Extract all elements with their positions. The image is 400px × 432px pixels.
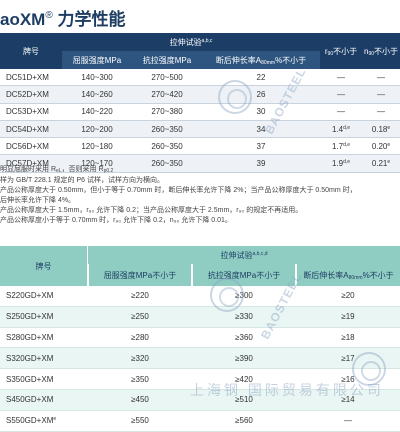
elongation-cell: ≥18: [296, 327, 400, 349]
yield-cell: ≥250: [88, 306, 192, 328]
grade-cell: S550GD+XMe: [0, 410, 88, 432]
yield-cell: 140~260: [62, 85, 132, 104]
footnote: 产品公称厚度大于 1.5mm，r₉₀ 允许下降 0.2；当产品公称厚度大于 2.…: [0, 207, 303, 214]
grade-cell: S320GD+XM: [0, 347, 88, 370]
yield-cell: 140~300: [62, 69, 132, 87]
elongation-header: 断后伸长率A80mm%不小于: [202, 51, 320, 69]
yield-cell: 140~220: [62, 103, 132, 121]
grade-cell: DC53D+XM: [0, 103, 62, 121]
n90-cell: —: [362, 69, 400, 87]
grade-cell: S350GD+XM: [0, 368, 88, 390]
strength-cell: 270~500: [132, 69, 202, 87]
table-row: DC54D+XM 120~200 260~350 34 1.4d,e 0.18e: [0, 120, 400, 139]
yield-cell: ≥550: [88, 410, 192, 432]
elongation-cell: —: [296, 410, 400, 432]
grade-cell: S280GD+XM: [0, 327, 88, 349]
baosteel-watermark-logo: [218, 80, 252, 114]
table-row: S280GD+XM ≥280 ≥360 ≥18: [0, 327, 400, 349]
baosteel-watermark-logo: [210, 278, 244, 312]
yield-cell: 120~180: [62, 137, 132, 156]
footnote: 产品公称厚度大于 0.50mm，但小于等于 0.70mm 时，断后伸长率允许下降…: [0, 187, 357, 194]
yield-cell: 120~200: [62, 120, 132, 139]
strength-cell: ≥390: [192, 347, 296, 370]
r90-cell: —: [320, 103, 362, 121]
yield-strength-header: 屈服强度MPa不小于: [87, 264, 192, 286]
elongation-header: 断后伸长率A80mm%不小于: [295, 264, 400, 286]
title-prefix: aoXM: [0, 10, 46, 29]
table-row: DC52D+XM 140~260 270~420 26 — —: [0, 85, 400, 104]
elongation-cell: ≥19: [296, 306, 400, 328]
r90-cell: —: [320, 85, 362, 104]
grade-header: 牌号: [0, 246, 88, 286]
n90-cell: —: [362, 85, 400, 104]
r90-cell: —: [320, 69, 362, 87]
grade-cell: DC54D+XM: [0, 120, 62, 139]
registered-mark: ®: [45, 10, 53, 21]
r90-cell: 1.7d,e: [320, 137, 362, 156]
table-row: DC56D+XM 120~180 260~350 37 1.7d,e 0.20e: [0, 137, 400, 156]
grade-cell: DC52D+XM: [0, 85, 62, 104]
elongation-cell: ≥20: [296, 286, 400, 307]
r90-cell: 1.4d,e: [320, 120, 362, 139]
grade-header: 牌号: [0, 33, 62, 69]
n90-header: n90不小于: [362, 33, 400, 69]
strength-cell: 270~380: [132, 103, 202, 121]
table-row: S320GD+XM ≥320 ≥390 ≥17: [0, 347, 400, 370]
grade-cell: DC56D+XM: [0, 137, 62, 156]
strength-cell: ≥560: [192, 410, 296, 432]
footnote: 产品公称厚度小于等于 0.70mm 时，r₉₀ 允许下降 0.2，n₉₀ 允许下…: [0, 217, 232, 224]
footnotes: 明显屈服时采用 ReL，否则采用 Rp0.2 样为 GB/T 228.1 规定的…: [0, 165, 400, 226]
mechanical-properties-table-sgd: 牌号 拉伸试验a,b,c,d 屈服强度MPa不小于 抗拉强度MPa不小于 断后伸…: [0, 246, 400, 432]
company-watermark-footer: 上海钢 国际贸易有限公司: [190, 382, 384, 398]
n90-cell: 0.20e: [362, 137, 400, 156]
yield-cell: ≥350: [88, 368, 192, 390]
yield-cell: ≥220: [88, 286, 192, 307]
footnote: 明显屈服时采用 ReL，否则采用 Rp0.2: [0, 166, 114, 174]
table-row: S250GD+XM ≥250 ≥330 ≥19: [0, 306, 400, 328]
grade-cell: S220GD+XM: [0, 286, 88, 307]
yield-cell: ≥280: [88, 327, 192, 349]
tensile-test-header: 拉伸试验a,b,c: [62, 33, 320, 51]
n90-cell: 0.18e: [362, 120, 400, 139]
tensile-test-header: 拉伸试验a,b,c,d: [88, 246, 400, 264]
yield-cell: ≥320: [88, 347, 192, 370]
tensile-strength-header: 抗拉强度MPa不小于: [191, 264, 296, 286]
table-row: S550GD+XMe ≥550 ≥560 —: [0, 410, 400, 432]
strength-cell: 260~350: [132, 137, 202, 156]
grade-cell: S250GD+XM: [0, 306, 88, 328]
title-suffix: 力学性能: [52, 10, 126, 29]
strength-cell: ≥360: [192, 327, 296, 349]
elongation-cell: 37: [202, 137, 320, 156]
footnote: 后伸长率允许下降 4%。: [0, 197, 76, 204]
footnote: 样为 GB/T 228.1 规定的 P6 试样，试样方向为横向。: [0, 177, 165, 184]
table-row: S220GD+XM ≥220 ≥300 ≥20: [0, 286, 400, 307]
tensile-strength-header: 抗拉强度MPa: [132, 51, 202, 69]
strength-cell: 260~350: [132, 120, 202, 139]
n90-cell: —: [362, 103, 400, 121]
grade-cell: DC51D+XM: [0, 69, 62, 87]
r90-header: r90不小于: [320, 33, 362, 69]
table-row: DC53D+XM 140~220 270~380 30 — —: [0, 103, 400, 121]
mechanical-properties-table-dc: 牌号 拉伸试验a,b,c r90不小于 n90不小于 屈服强度MPa 抗拉强度M…: [0, 33, 400, 173]
page-title: aoXM® 力学性能: [0, 3, 125, 29]
yield-strength-header: 屈服强度MPa: [62, 51, 132, 69]
strength-cell: 270~420: [132, 85, 202, 104]
table-row: DC51D+XM 140~300 270~500 22 — —: [0, 69, 400, 87]
